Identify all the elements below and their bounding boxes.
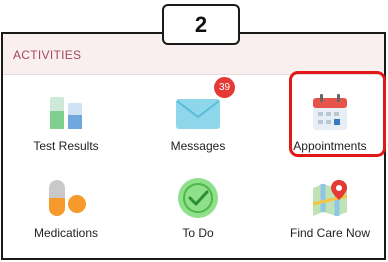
tile-label: To Do [182,226,214,240]
section-title: ACTIVITIES [13,48,82,62]
test-tubes-icon [50,97,82,129]
tile-to-do[interactable]: To Do [134,164,262,254]
step-number-badge: 2 [162,4,240,45]
tile-label: Test Results [33,139,99,153]
tile-label: Medications [33,226,99,240]
tile-label: Find Care Now [289,226,371,240]
tile-messages[interactable]: 39 Messages [134,77,262,167]
tile-find-care-now[interactable]: Find Care Now [266,164,388,254]
tile-test-results[interactable]: Test Results [2,77,130,167]
unread-count-badge: 39 [214,77,235,98]
pills-icon [49,180,86,216]
map-icon [312,180,348,216]
tile-medications[interactable]: Medications [2,164,130,254]
appointments-highlight-box [289,71,386,157]
tile-label: Messages [170,139,226,153]
checkmark-circle-icon [178,178,218,218]
envelope-icon [176,99,220,129]
